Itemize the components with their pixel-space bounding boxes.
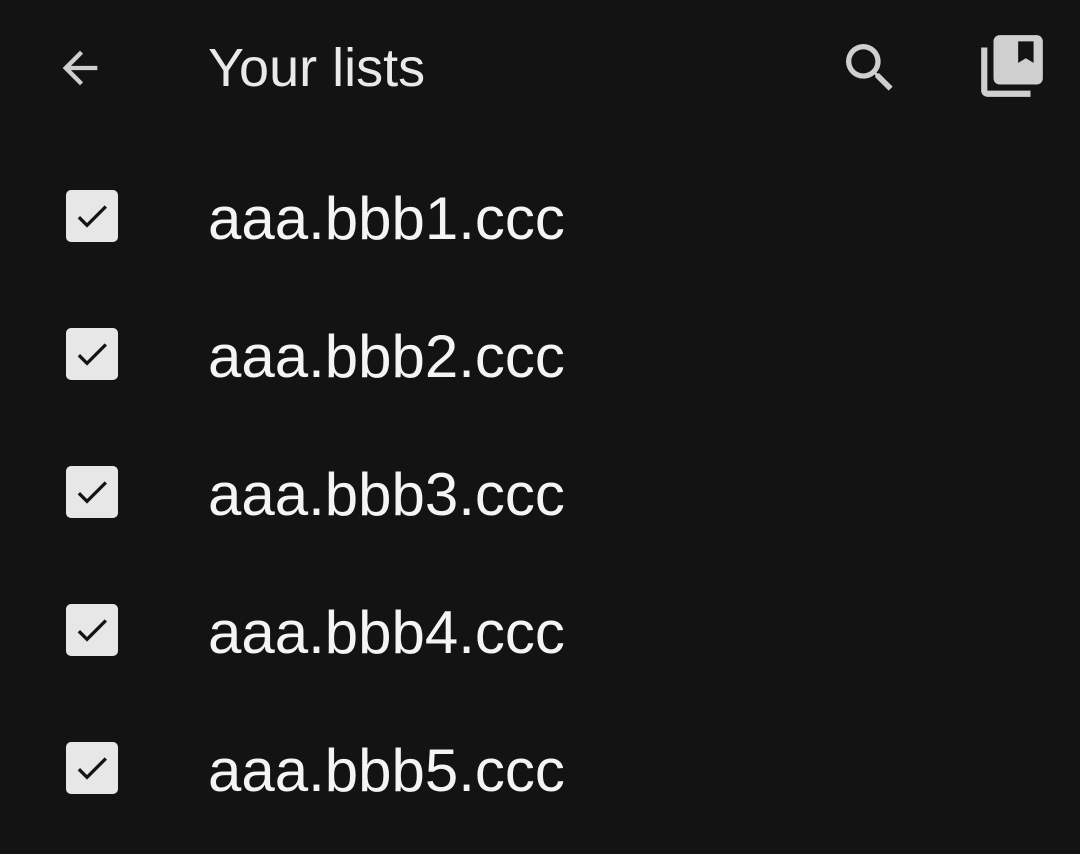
list-item-label: aaa.bbb4.ccc [208,599,565,666]
library-button[interactable] [970,24,1054,108]
page-title: Your lists [208,38,426,98]
checkmark-icon [77,343,107,366]
list-item[interactable]: aaa.bbb3.ccc [0,424,1080,562]
list-item[interactable]: aaa.bbb1.ccc [0,148,1080,286]
checkbox-checked[interactable] [66,466,118,518]
search-button[interactable] [830,28,910,108]
list-item-label: aaa.bbb3.ccc [208,461,565,528]
checkbox-checked[interactable] [66,190,118,242]
arrow-back-icon [62,50,98,86]
checkmark-icon [77,481,107,504]
list-item[interactable]: aaa.bbb2.ccc [0,286,1080,424]
search-icon [846,44,893,91]
lists-list: aaa.bbb1.ccc aaa.bbb2.ccc aaa.bbb3.ccc a… [0,148,1080,838]
checkmark-icon [77,757,107,780]
list-item[interactable]: aaa.bbb4.ccc [0,562,1080,700]
checkbox-checked[interactable] [66,604,118,656]
library-bookmark-icon [981,35,1043,97]
checkbox-checked[interactable] [66,328,118,380]
checkmark-icon [77,619,107,642]
checkbox-checked[interactable] [66,742,118,794]
list-item-label: aaa.bbb5.ccc [208,737,565,804]
list-item[interactable]: aaa.bbb5.ccc [0,700,1080,838]
back-button[interactable] [40,28,120,108]
checkmark-icon [77,205,107,228]
app-bar: Your lists [0,0,1080,136]
list-item-label: aaa.bbb1.ccc [208,185,565,252]
list-item-label: aaa.bbb2.ccc [208,323,565,390]
